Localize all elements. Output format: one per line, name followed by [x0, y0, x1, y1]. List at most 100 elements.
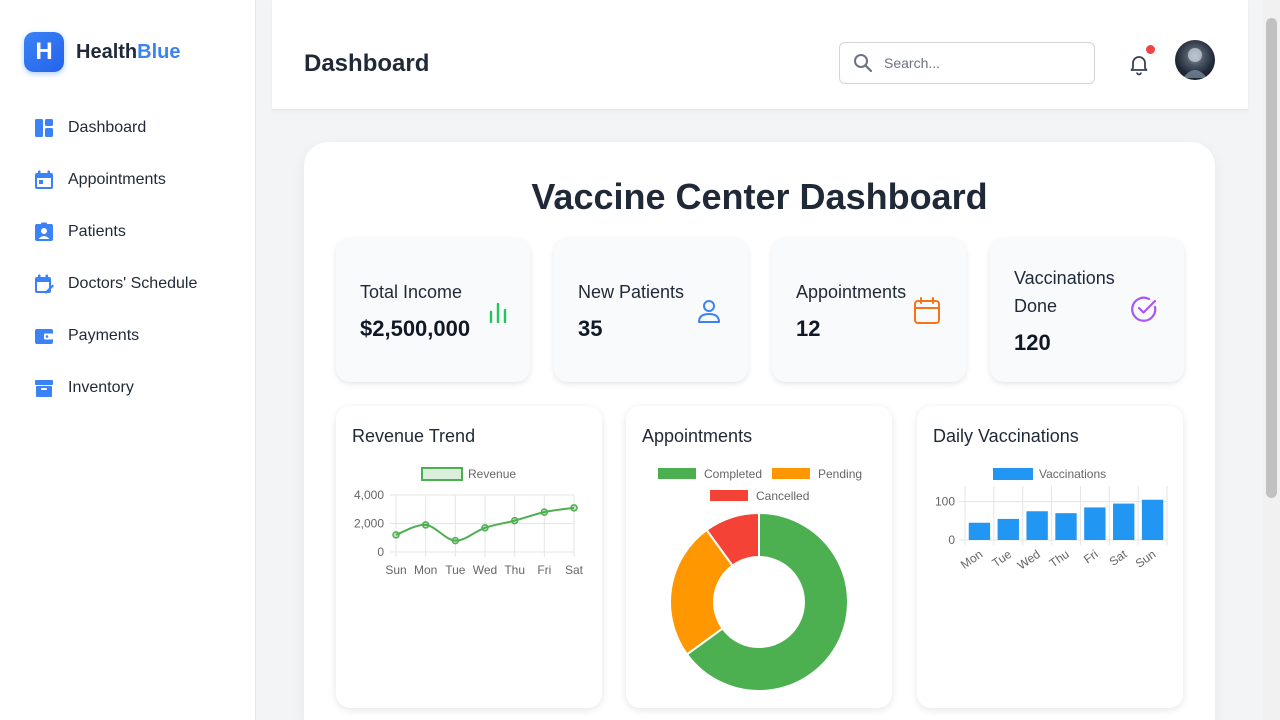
appointments-doughnut-chart: Completed Pending Cancelled — [658, 467, 862, 692]
stat-label: Appointments — [796, 282, 907, 302]
dashboard-icon — [34, 118, 54, 138]
scrollbar-thumb[interactable] — [1266, 18, 1277, 498]
x-tick-label: Thu — [504, 563, 525, 577]
sidebar-item-inventory[interactable]: Inventory — [24, 362, 234, 414]
bar — [1055, 513, 1077, 540]
check-circle-icon — [1131, 296, 1157, 322]
stat-card-total-income: Total Income $2,500,000 — [336, 238, 530, 382]
sidebar-nav: Dashboard Appointments Patients Doctors'… — [24, 102, 234, 414]
chart-title: Revenue Trend — [352, 426, 476, 446]
x-tick-label: Wed — [473, 563, 497, 577]
user-icon — [698, 300, 720, 323]
notification-badge — [1146, 45, 1155, 54]
revenue-line-chart: Revenue 4,000 2,000 0Sun Mon Tue Wed Thu Fri Sat — [354, 467, 584, 577]
legend-swatch — [772, 468, 810, 479]
calendar-icon — [34, 170, 54, 190]
y-tick-label: 0 — [948, 533, 955, 547]
x-tick-label: Tue — [445, 563, 466, 577]
search-box[interactable] — [839, 42, 1095, 84]
chart-title: Daily Vaccinations — [933, 426, 1079, 446]
top-bar: Dashboard — [272, 0, 1248, 110]
calendar-edit-icon — [34, 274, 54, 294]
legend-label: Cancelled — [756, 489, 809, 503]
legend-swatch — [993, 468, 1033, 480]
y-tick-label: 0 — [377, 545, 384, 559]
sidebar-item-patients[interactable]: Patients — [24, 206, 234, 258]
sidebar-item-payments[interactable]: Payments — [24, 310, 234, 362]
sidebar-item-appointments[interactable]: Appointments — [24, 154, 234, 206]
sidebar: H HealthBlue Dashboard Appointments Pati… — [0, 0, 256, 720]
legend-label: Pending — [818, 467, 862, 481]
data-point — [570, 504, 578, 512]
x-tick-label: Thu — [1047, 547, 1072, 570]
bar — [1141, 499, 1164, 540]
calendar-icon — [914, 297, 940, 324]
legend-label: Revenue — [468, 467, 516, 481]
sidebar-item-label: Inventory — [68, 379, 134, 396]
page-title: Dashboard — [304, 50, 430, 77]
sidebar-item-label: Dashboard — [68, 119, 147, 136]
avatar[interactable] — [1175, 40, 1215, 80]
brand-name-part1: Health — [76, 40, 138, 63]
sidebar-item-label: Payments — [68, 327, 140, 344]
x-tick-label: Fri — [537, 563, 551, 577]
data-point — [481, 524, 489, 532]
search-input[interactable] — [884, 55, 1084, 71]
bar — [1113, 503, 1135, 540]
sidebar-item-dashboard[interactable]: Dashboard — [24, 102, 234, 154]
sidebar-item-label: Patients — [68, 223, 126, 240]
legend-swatch — [658, 468, 696, 479]
x-tick-label: Sun — [1133, 547, 1159, 571]
y-tick-label: 2,000 — [354, 517, 384, 531]
x-tick-label: Fri — [1081, 547, 1100, 566]
brand-name: HealthBlue — [76, 41, 180, 64]
stat-card-vaccinations-done: Vaccinations Done 120 — [990, 238, 1184, 382]
stat-card-appointments: Appointments 12 — [772, 238, 966, 382]
patient-badge-icon — [34, 222, 54, 242]
sidebar-item-doctors-schedule[interactable]: Doctors' Schedule — [24, 258, 234, 310]
data-point — [510, 516, 519, 525]
brand[interactable]: H HealthBlue — [24, 32, 180, 72]
data-point — [392, 531, 400, 539]
revenue-chart-card: Revenue Trend Revenue 4,000 2,000 0 Sun Mon Tu… — [336, 406, 602, 708]
appointments-chart-card: Appointments Completed Pending Cancelled — [626, 406, 892, 708]
stat-label: Total Income — [360, 282, 463, 302]
bar — [997, 518, 1019, 540]
chart-title: Appointments — [642, 426, 753, 446]
data-point — [540, 508, 549, 516]
x-tick-label: Sat — [565, 563, 584, 577]
stat-value: $2,500,000 — [360, 316, 471, 341]
bar — [968, 522, 991, 540]
wallet-icon — [34, 326, 54, 346]
x-tick-label: Sat — [1107, 547, 1130, 569]
data-point — [421, 521, 430, 529]
search-icon — [854, 54, 873, 73]
sidebar-item-label: Appointments — [68, 171, 166, 188]
stat-value: 12 — [796, 316, 821, 341]
dashboard-title: Vaccine Center Dashboard — [531, 176, 988, 217]
legend-label: Vaccinations — [1039, 467, 1106, 481]
bar-chart-icon — [489, 302, 507, 324]
y-tick-label: 100 — [935, 495, 955, 509]
vaccinations-bar-chart: Vaccinations 100 0Mon Tue Wed Thu Fri Sat Sun — [935, 467, 1168, 573]
bar — [1084, 507, 1106, 540]
page-scrollbar[interactable] — [1263, 0, 1280, 720]
notification-button[interactable] — [1127, 45, 1155, 76]
vaccinations-chart-card: Daily Vaccinations Vaccinations 100 0 Mon Tu… — [917, 406, 1183, 708]
x-tick-label: Sun — [385, 563, 406, 577]
y-tick-label: 4,000 — [354, 488, 384, 502]
sidebar-item-label: Doctors' Schedule — [68, 275, 198, 292]
x-tick-label: Mon — [958, 547, 985, 572]
x-tick-label: Tue — [989, 547, 1014, 570]
stat-card-new-patients: New Patients 35 — [554, 238, 748, 382]
x-tick-label: Wed — [1015, 547, 1043, 573]
stat-value: 120 — [1014, 330, 1051, 355]
stat-label: New Patients — [578, 282, 685, 302]
stat-label: Vaccinations Done — [1014, 268, 1115, 316]
legend-swatch — [710, 490, 748, 501]
stat-value: 35 — [578, 316, 603, 341]
archive-box-icon — [34, 378, 54, 398]
bar — [1026, 511, 1048, 540]
bell-icon — [1130, 56, 1148, 76]
brand-name-part2: Blue — [137, 40, 181, 63]
